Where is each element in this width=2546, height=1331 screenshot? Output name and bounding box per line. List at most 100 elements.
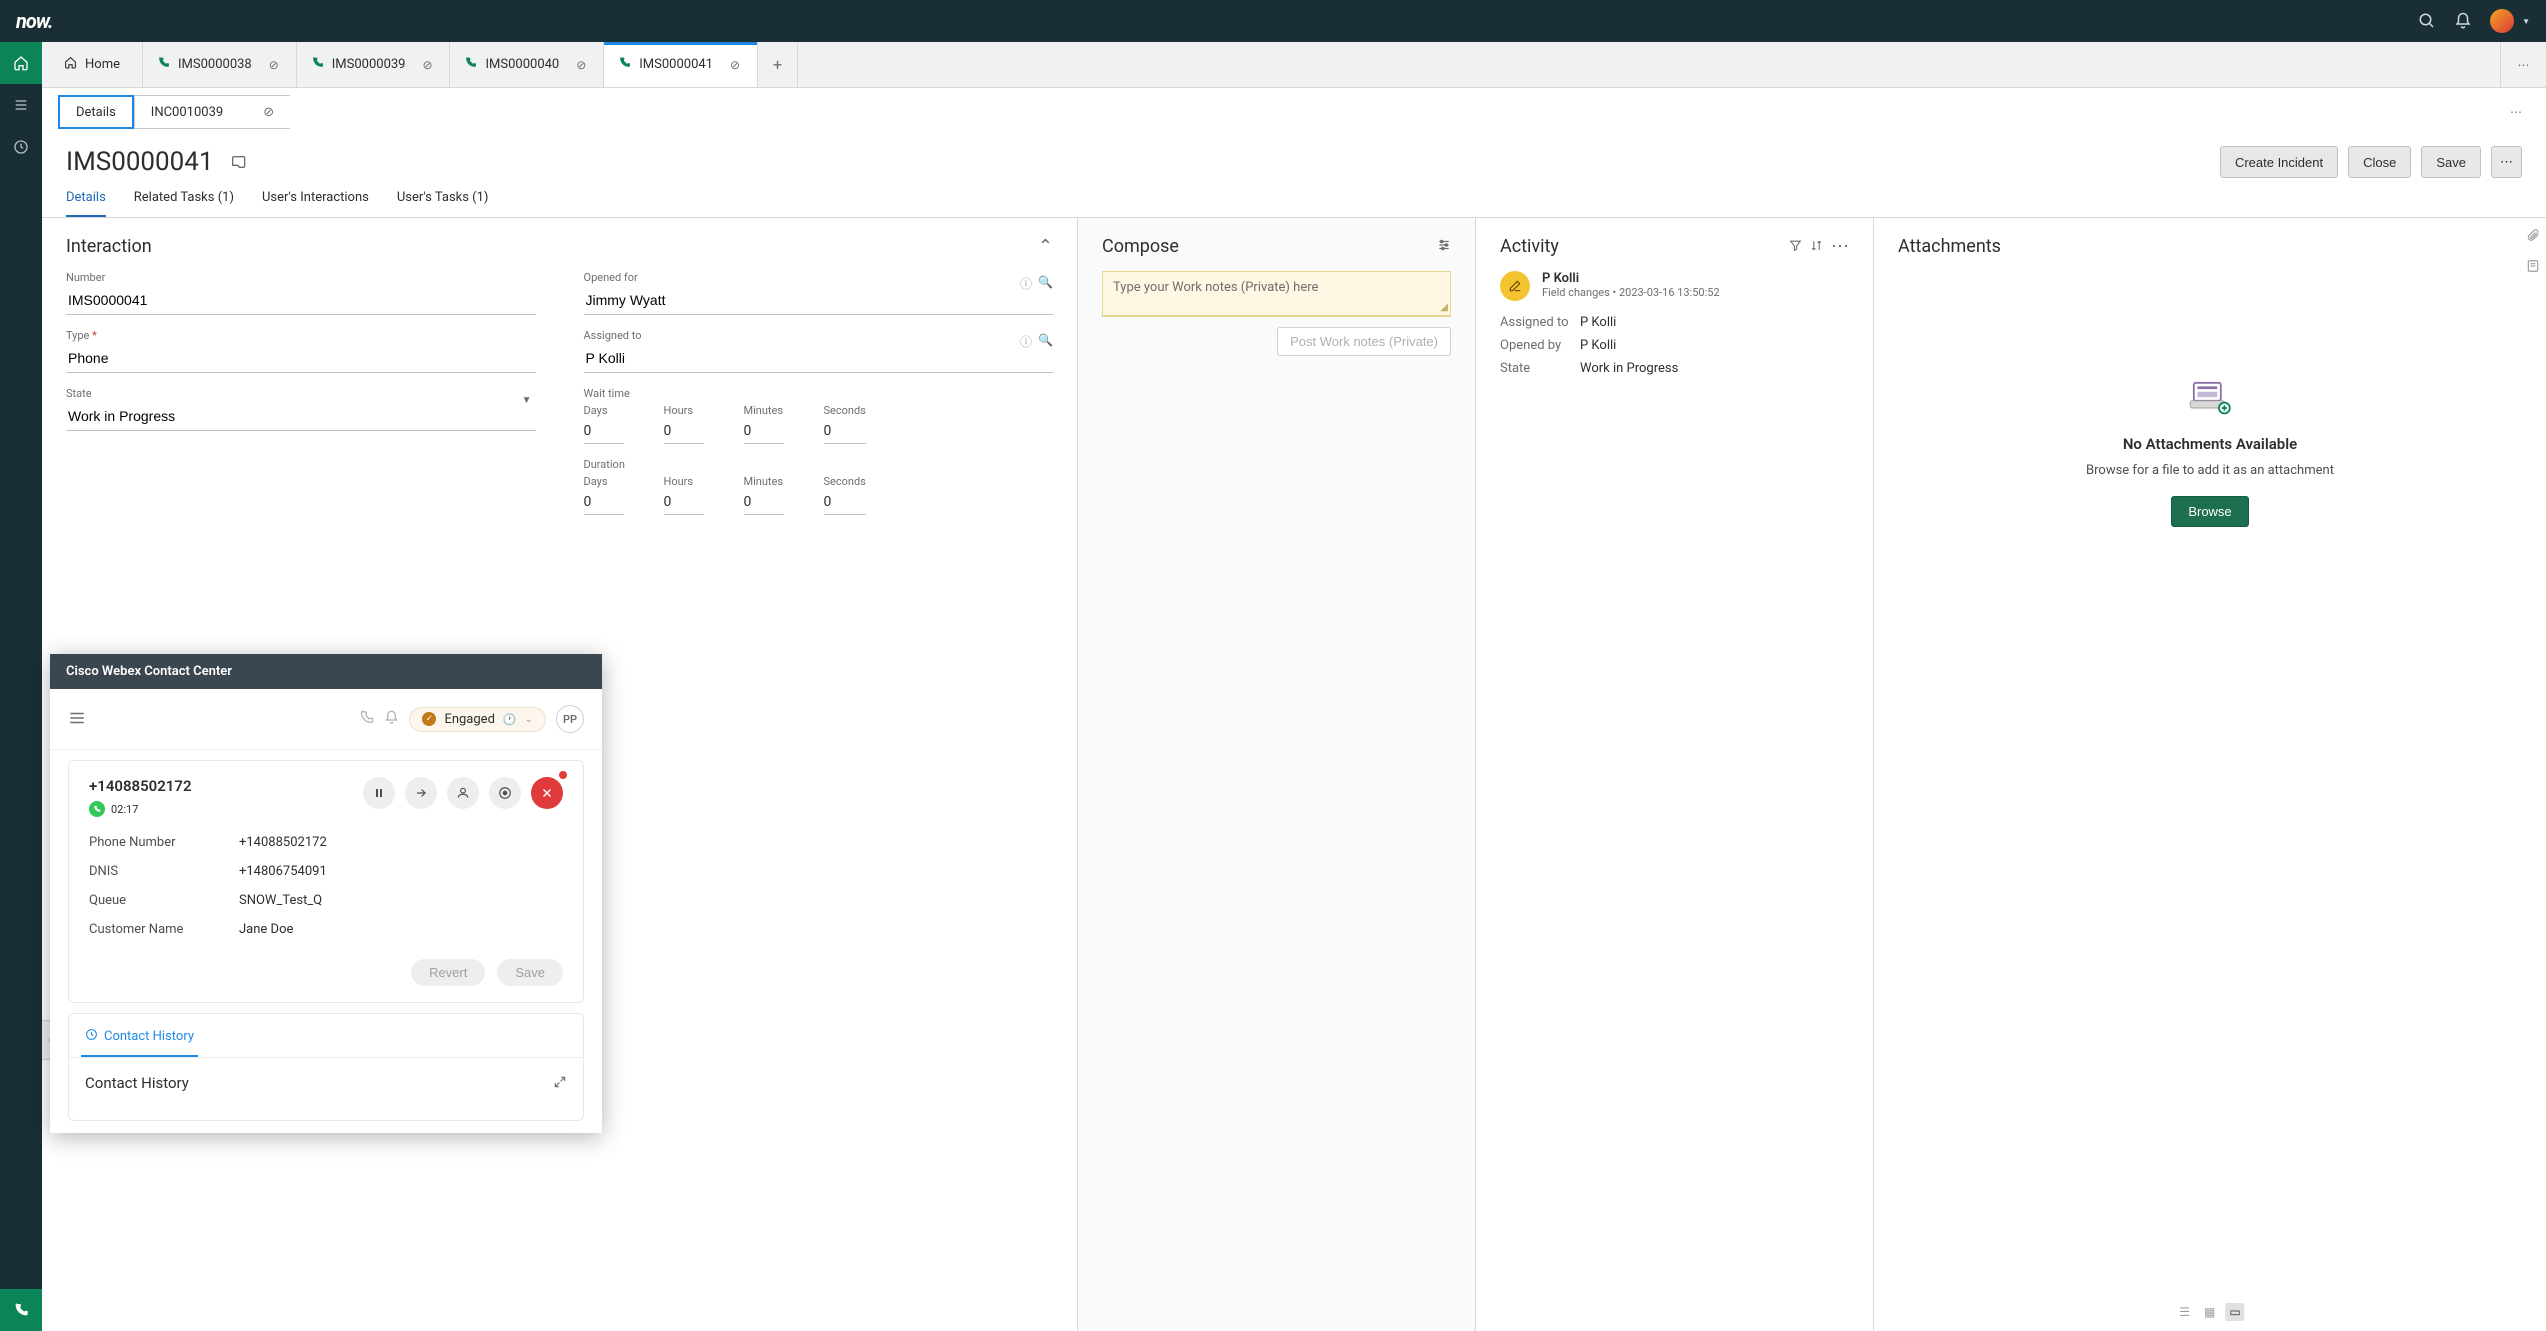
dur-hours[interactable]: 0 [664,490,704,515]
work-notes-input[interactable]: Type your Work notes (Private) here ◢ [1102,271,1451,317]
nav-phone[interactable] [0,1289,42,1331]
number-input[interactable] [66,286,536,315]
tab-label: IMS0000040 [485,57,559,72]
collapse-icon[interactable]: ⌃ [1038,236,1053,257]
brand-logo: now. [16,9,52,33]
tab-close-icon[interactable]: ⊘ [727,57,743,73]
activity-val: Work in Progress [1580,361,1678,376]
webex-user-avatar[interactable]: PP [556,705,584,733]
opened-for-input[interactable] [584,286,1054,315]
webex-phone-icon[interactable] [359,710,374,728]
tab-ims-0[interactable]: IMS0000038 ⊘ [143,42,297,87]
record-tab-details[interactable]: Details [66,190,106,217]
webex-revert-button[interactable]: Revert [411,959,485,986]
view-card-icon[interactable]: ▭ [2225,1303,2244,1321]
panel-activity: Activity ⋯ P Kolli Field cha [1476,218,1874,1331]
view-list-icon[interactable]: ☰ [2175,1303,2194,1321]
subtab-details[interactable]: Details [58,95,134,129]
subtabs-more-icon[interactable]: ⋯ [2502,105,2530,119]
assigned-to-input[interactable] [584,344,1054,373]
resize-handle-icon[interactable]: ◢ [1440,302,1448,313]
dropdown-caret-icon[interactable]: ▼ [522,395,532,406]
bell-icon[interactable] [2454,12,2472,30]
activity-avatar-icon [1500,271,1530,301]
clock-icon: 🕐 [503,713,517,726]
nav-history[interactable] [0,126,42,168]
user-avatar[interactable] [2490,9,2514,33]
tabstrip: Home IMS0000038 ⊘ IMS0000039 ⊘ IMS000004… [42,42,2546,88]
tab-ims-3[interactable]: IMS0000041 ⊘ [604,42,758,87]
end-call-button[interactable] [531,777,563,809]
tab-home[interactable]: Home [42,42,143,87]
tab-add-button[interactable]: + [758,42,798,87]
tab-ims-2[interactable]: IMS0000040 ⊘ [450,42,604,87]
view-grid-icon[interactable]: ▦ [2200,1303,2219,1321]
wait-seconds[interactable]: 0 [824,419,866,444]
lookup-icon[interactable]: 🔍 [1038,275,1053,292]
record-tab-user-tasks[interactable]: User's Tasks (1) [397,190,489,217]
wait-hours[interactable]: 0 [664,419,704,444]
dur-days[interactable]: 0 [584,490,624,515]
record-tab-related[interactable]: Related Tasks (1) [134,190,234,217]
caret-down-icon: ⌄ [525,714,533,725]
user-menu-caret-icon[interactable]: ▼ [2522,17,2530,26]
info-icon[interactable]: ⓘ [1020,333,1032,350]
subtab-close-icon[interactable]: ⊘ [263,105,274,120]
state-label: State [66,387,536,400]
record-more-button[interactable]: ⋯ [2491,146,2522,178]
contact-history-tab[interactable]: Contact History [81,1022,198,1057]
wait-minutes[interactable]: 0 [744,419,784,444]
record-button[interactable] [489,777,521,809]
subtab-incident[interactable]: INC0010039 ⊘ [134,95,290,129]
filter-icon[interactable] [1789,236,1802,257]
lookup-icon[interactable]: 🔍 [1038,333,1053,350]
webex-status-label: Engaged [444,712,494,727]
phone-icon [464,56,477,73]
nav-list[interactable] [0,84,42,126]
tabstrip-more-icon[interactable]: ⋯ [2500,42,2546,87]
consult-button[interactable] [447,777,479,809]
tab-close-icon[interactable]: ⊘ [573,57,589,73]
webex-status-dropdown[interactable]: ✓ Engaged 🕐 ⌄ [409,707,546,732]
wx-key: Phone Number [89,835,239,850]
view-toggle: ☰ ▦ ▭ [2175,1303,2244,1321]
attachments-empty-icon [2188,381,2232,417]
sort-icon[interactable] [1810,236,1823,257]
record-badge-icon[interactable] [230,147,246,177]
webex-save-button[interactable]: Save [497,959,563,986]
close-button[interactable]: Close [2348,146,2411,178]
wait-days[interactable]: 0 [584,419,624,444]
webex-bell-icon[interactable] [384,710,399,728]
hold-button[interactable] [363,777,395,809]
call-phone-number: +14088502172 [89,777,192,795]
activity-key: Opened by [1500,338,1580,353]
dur-seconds[interactable]: 0 [824,490,866,515]
topbar: now. ▼ [0,0,2546,42]
compose-settings-icon[interactable] [1437,236,1451,257]
more-icon[interactable]: ⋯ [1831,236,1849,257]
state-select[interactable] [66,402,536,431]
dur-minutes[interactable]: 0 [744,490,784,515]
attachment-clip-icon[interactable] [2526,228,2540,245]
post-notes-button[interactable]: Post Work notes (Private) [1277,327,1451,356]
browse-button[interactable]: Browse [2171,496,2248,527]
record-tab-user-interactions[interactable]: User's Interactions [262,190,369,217]
tab-ims-1[interactable]: IMS0000039 ⊘ [297,42,451,87]
template-icon[interactable] [2526,259,2540,276]
expand-icon[interactable] [553,1075,567,1092]
save-button[interactable]: Save [2421,146,2481,178]
tab-close-icon[interactable]: ⊘ [419,57,435,73]
number-label: Number [66,271,536,284]
nav-home[interactable] [0,42,42,84]
tab-close-icon[interactable]: ⊘ [266,57,282,73]
transfer-button[interactable] [405,777,437,809]
search-icon[interactable] [2418,12,2436,30]
webex-titlebar[interactable]: Cisco Webex Contact Center [50,654,602,689]
activity-key: State [1500,361,1580,376]
wx-val: Jane Doe [239,922,293,937]
info-icon[interactable]: ⓘ [1020,275,1032,292]
type-input[interactable] [66,344,536,373]
webex-menu-icon[interactable] [68,709,86,730]
create-incident-button[interactable]: Create Incident [2220,146,2338,178]
work-notes-placeholder: Type your Work notes (Private) here [1113,280,1318,295]
